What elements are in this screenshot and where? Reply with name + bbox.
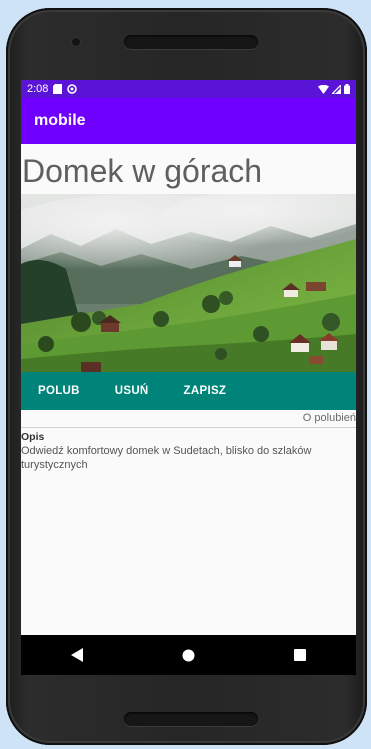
likes-count: O polubień: [302, 412, 356, 424]
delete-button[interactable]: USUŃ: [104, 372, 160, 410]
signal-icon: [332, 84, 341, 94]
divider: [21, 427, 356, 428]
description-label: Opis: [21, 431, 45, 443]
description-text: Odwiedź komfortowy domek w Sudetach, bli…: [21, 445, 312, 471]
wifi-icon: [318, 84, 329, 94]
front-camera: [72, 38, 80, 46]
sd-card-icon: [53, 84, 63, 94]
home-icon[interactable]: [168, 640, 208, 670]
recents-icon[interactable]: [280, 640, 320, 670]
top-speaker: [124, 35, 258, 49]
status-time: 2:08: [27, 83, 49, 95]
app-title: mobile: [34, 112, 86, 129]
navigation-bar: [21, 635, 356, 675]
app-bar: mobile: [21, 98, 356, 144]
action-bar: POLUB USUŃ ZAPISZ: [21, 372, 356, 410]
sync-icon: [67, 84, 78, 94]
bottom-speaker: [124, 712, 258, 726]
save-button[interactable]: ZAPISZ: [173, 372, 238, 410]
like-button[interactable]: POLUB: [27, 372, 91, 410]
back-icon[interactable]: [57, 640, 97, 670]
status-bar: 2:08: [21, 80, 356, 98]
listing-title: Domek w górach: [22, 153, 263, 189]
battery-icon: [344, 84, 350, 94]
screen: 2:08 mobile Domek w górach POLUB USUŃ ZA…: [21, 80, 356, 675]
mountain-landscape-photo: [21, 194, 356, 372]
